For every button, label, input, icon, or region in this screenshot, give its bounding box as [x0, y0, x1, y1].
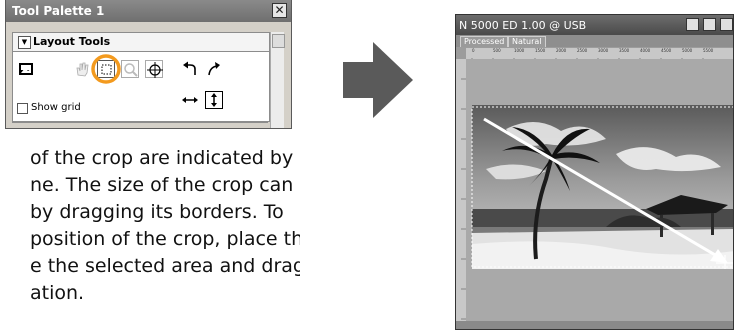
- horizontal-ruler: 0 500 1000 1500 2000 2500 3000 3500 4000 4500 5000…: [466, 48, 733, 63]
- layout-tools-header[interactable]: ▼ Layout Tools: [13, 33, 269, 52]
- flip-vertical-icon[interactable]: [205, 91, 223, 109]
- right-arrow-icon: [343, 42, 413, 118]
- scan-window-title-bar[interactable]: N 5000 ED 1.00 @ USB: [456, 15, 733, 35]
- rotate-left-icon[interactable]: [181, 60, 199, 78]
- maximize-icon[interactable]: [703, 18, 716, 31]
- text-line: by dragging its borders. To: [30, 201, 284, 223]
- ruler-label: 4000: [640, 48, 651, 53]
- vertical-ruler: [456, 59, 466, 329]
- close-icon[interactable]: ✕: [272, 3, 287, 18]
- ruler-label: 500: [493, 48, 501, 53]
- tool-palette-window: Tool Palette 1 ✕ ▼ Layout Tools Show gri…: [5, 0, 292, 129]
- ruler-label: 1500: [535, 48, 546, 53]
- ruler-label: 3500: [619, 48, 630, 53]
- view-tabs: Processed Natural: [456, 35, 733, 47]
- text-line: e the selected area and drag it: [30, 255, 300, 277]
- tab-natural[interactable]: Natural: [508, 36, 546, 47]
- ruler-label: 3000: [598, 48, 609, 53]
- flip-horizontal-icon[interactable]: [181, 91, 199, 109]
- scan-window-title: N 5000 ED 1.00 @ USB: [459, 19, 587, 32]
- text-line: ne. The size of the crop can: [30, 174, 294, 196]
- rotate-right-icon[interactable]: [205, 60, 223, 78]
- layout-tools-label: Layout Tools: [33, 35, 111, 48]
- palette-title: Tool Palette 1: [12, 4, 105, 18]
- close-icon[interactable]: [720, 18, 733, 31]
- layout-tools-section: ▼ Layout Tools Show grid: [12, 32, 270, 122]
- ruler-label: 4500: [661, 48, 672, 53]
- scan-preview-window: N 5000 ED 1.00 @ USB Processed Natural 0…: [455, 14, 734, 330]
- tab-processed[interactable]: Processed: [460, 36, 509, 47]
- text-line: ation.: [30, 282, 85, 304]
- text-line: position of the crop, place the: [30, 228, 300, 250]
- checkbox-box[interactable]: [17, 103, 28, 114]
- show-grid-label: Show grid: [31, 102, 81, 113]
- selected-tool-highlight: [91, 54, 121, 84]
- instruction-text: of the crop are indicated by ne. The siz…: [0, 145, 300, 330]
- ruler-label: 5000: [682, 48, 693, 53]
- crosshair-icon[interactable]: [145, 60, 163, 78]
- next-section-edge: [12, 122, 268, 128]
- ruler-label: 0: [472, 48, 475, 53]
- palette-title-bar[interactable]: Tool Palette 1 ✕: [6, 0, 291, 22]
- preview-canvas[interactable]: [466, 59, 733, 321]
- palette-scrollbar[interactable]: [270, 32, 285, 128]
- ruler-label: 2000: [556, 48, 567, 53]
- status-bar: [456, 321, 733, 329]
- hand-icon[interactable]: [73, 60, 91, 78]
- scroll-up-icon[interactable]: [272, 34, 285, 48]
- beach-preview-image: [471, 105, 733, 269]
- ruler-label: 5500: [703, 48, 714, 53]
- minimize-icon[interactable]: [686, 18, 699, 31]
- ruler-label: 1000: [514, 48, 525, 53]
- ruler-label: 2500: [577, 48, 588, 53]
- zoom-icon[interactable]: [121, 60, 139, 78]
- crop-image-icon[interactable]: [17, 60, 35, 78]
- text-line: of the crop are indicated by: [30, 147, 294, 169]
- chevron-down-icon[interactable]: ▼: [18, 36, 31, 49]
